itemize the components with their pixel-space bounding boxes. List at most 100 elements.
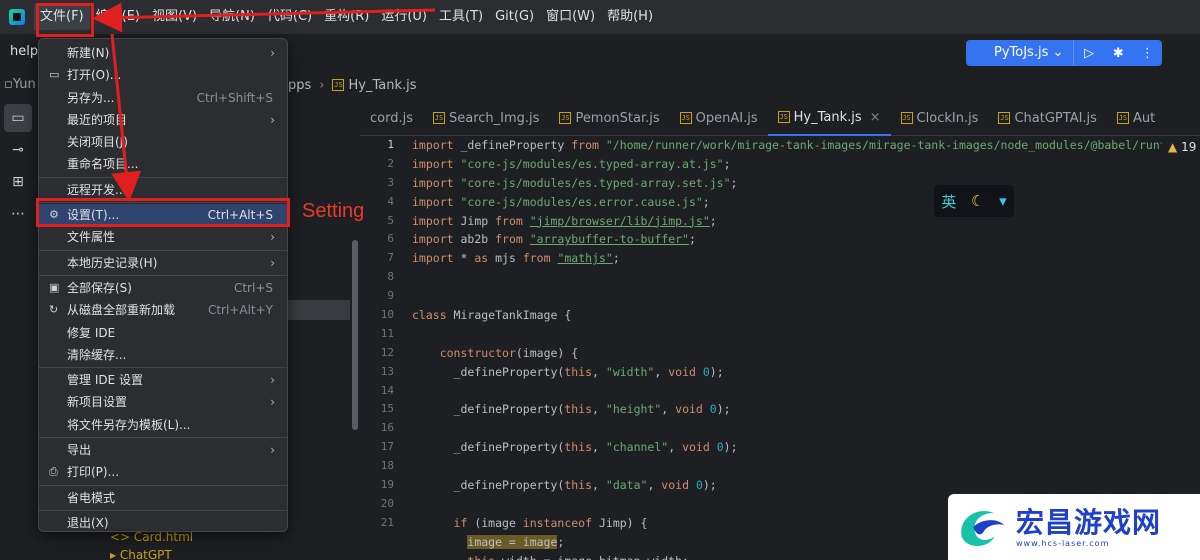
annotation-box-file-menu	[36, 3, 94, 37]
line-number: 12	[380, 345, 394, 359]
tree-item-label: ChatGPT	[119, 548, 172, 560]
tree-selection	[288, 300, 350, 320]
run-config-label: PyToJs.js	[994, 45, 1049, 60]
chevron-right-icon: ›	[270, 443, 275, 458]
tab-clockin[interactable]: JS ClockIn.js	[891, 100, 989, 136]
menu-item-rename-project[interactable]: 重命名项目...	[39, 153, 287, 175]
more-horizontal-icon[interactable]: ⋯	[4, 200, 32, 228]
menu-item-local-history[interactable]: 本地历史记录(H) ›	[39, 252, 287, 274]
ime-language[interactable]: 英	[941, 191, 956, 212]
menu-run[interactable]: 运行(U)	[375, 4, 433, 30]
structure-icon[interactable]: ⊞	[4, 168, 32, 196]
menu-separator	[39, 367, 287, 369]
tab-aut[interactable]: JS Aut	[1107, 100, 1165, 136]
chevron-right-icon: ›	[270, 112, 275, 127]
chevron-right-icon: ›	[270, 46, 275, 60]
inspection-widget[interactable]: ▲ 19	[1168, 140, 1196, 154]
menu-item-manage-ide-settings[interactable]: 管理 IDE 设置 ›	[39, 369, 287, 391]
menu-item-power-save[interactable]: 省电模式	[39, 487, 287, 509]
menu-help[interactable]: 帮助(H)	[601, 4, 659, 30]
debug-button[interactable]: ✱	[1104, 40, 1133, 66]
project-crumb[interactable]: ▫Yun	[4, 77, 36, 92]
code-line: class MirageTankImage {	[412, 308, 572, 323]
menu-item-save-as[interactable]: 另存为... Ctrl+Shift+S	[39, 87, 287, 109]
menu-tools[interactable]: 工具(T)	[433, 4, 489, 30]
watermark-title: 宏昌游戏网	[1016, 505, 1162, 539]
menu-window[interactable]: 窗口(W)	[540, 4, 601, 30]
warning-icon: ▲	[1168, 140, 1178, 154]
tab-label: OpenAI.js	[695, 110, 758, 126]
app-logo-icon[interactable]	[0, 0, 34, 34]
chevron-down-icon: ⌄	[1052, 45, 1064, 60]
line-number: 1	[387, 138, 394, 151]
commit-icon[interactable]: ⊸	[4, 136, 32, 164]
menu-item-close-project[interactable]: 关闭项目(J)	[39, 131, 287, 153]
menu-code[interactable]: 代码(C)	[261, 4, 318, 30]
more-actions-button[interactable]: ⋮	[1133, 40, 1162, 66]
menu-item-exit[interactable]: 退出(X)	[39, 512, 287, 534]
menu-item-label: 省电模式	[67, 490, 116, 505]
project-tree-scrollbar[interactable]	[352, 240, 358, 430]
tree-item[interactable]: ▸ ChatGPT	[110, 546, 193, 560]
tab-openai[interactable]: JS OpenAI.js	[670, 100, 768, 136]
menu-item-repair-ide[interactable]: 修复 IDE	[39, 322, 287, 344]
tab-label: ClockIn.js	[916, 110, 979, 126]
js-file-icon: JS	[559, 112, 572, 124]
tab-chatgptai[interactable]: JS ChatGPTAI.js	[988, 100, 1106, 136]
menu-item-file-properties[interactable]: 文件属性 ›	[39, 226, 287, 248]
breadcrumb-prev[interactable]: pps	[288, 78, 311, 93]
menu-separator	[39, 274, 287, 276]
line-number: 17	[380, 440, 394, 454]
menu-item-open[interactable]: ▭ 打开(O)...	[39, 64, 287, 86]
menu-item-label: 远程开发...	[67, 182, 127, 197]
menu-refactor[interactable]: 重构(R)	[318, 4, 375, 30]
tab-cord[interactable]: cord.js	[360, 100, 423, 136]
project-folder-icon[interactable]: ▭	[4, 104, 32, 132]
menu-separator	[39, 484, 287, 486]
menu-item-reload-all[interactable]: ↻ 从磁盘全部重新加载 Ctrl+Alt+Y	[39, 299, 287, 321]
shirt-icon[interactable]: ▾	[999, 192, 1007, 210]
menu-item-label: 另存为...	[67, 90, 115, 105]
folder-icon: ▸	[110, 548, 120, 560]
tab-pemonstar[interactable]: JS PemonStar.js	[549, 100, 669, 136]
project-title[interactable]: help	[10, 44, 38, 59]
menu-view[interactable]: 视图(V)	[146, 4, 203, 30]
moon-icon[interactable]: ☾	[971, 192, 984, 210]
run-config-selector[interactable]: PyToJs.js ⌄	[966, 40, 1075, 66]
menu-item-save-as-template[interactable]: 将文件另存为模板(L)...	[39, 414, 287, 436]
menu-navigate[interactable]: 导航(N)	[203, 4, 261, 30]
watermark: 宏昌游戏网 www.hcs-laser.com	[948, 494, 1200, 560]
menu-item-label: 将文件另存为模板(L)...	[67, 417, 191, 432]
reload-icon: ↻	[49, 303, 59, 317]
menu-item-print[interactable]: ⎙ 打印(P)...	[39, 461, 287, 483]
menu-separator	[39, 176, 287, 178]
menu-item-label: 清除缓存...	[67, 347, 127, 362]
line-number-gutter: 1 2 3 4 5 6 7 8 9 10 11 12 13 14 15 16 1…	[360, 136, 400, 560]
menu-item-save-all[interactable]: ▣ 全部保存(S) Ctrl+S	[39, 277, 287, 299]
code-line: import _defineProperty from "/home/runne…	[412, 138, 1162, 152]
more-vertical-icon: ⋮	[1140, 45, 1154, 61]
js-file-icon: JS	[1116, 112, 1129, 124]
tab-hy-tank[interactable]: JS Hy_Tank.js ×	[767, 100, 891, 136]
menu-item-label: 退出(X)	[67, 515, 109, 530]
breadcrumb-file[interactable]: Hy_Tank.js	[348, 78, 416, 93]
tab-search-img[interactable]: JS Search_Img.js	[423, 100, 549, 136]
menu-item-new-project-settings[interactable]: 新项目设置 ›	[39, 391, 287, 413]
code-line: _defineProperty(this, "data", void 0);	[412, 478, 717, 493]
line-number: 7	[387, 251, 394, 265]
menu-separator	[39, 249, 287, 251]
menu-item-recent-projects[interactable]: 最近的项目 ›	[39, 109, 287, 131]
run-button[interactable]: ▷	[1074, 40, 1103, 66]
js-file-icon: JS	[900, 112, 913, 124]
menu-git[interactable]: Git(G)	[489, 4, 540, 30]
menu-edit[interactable]: 编辑(E)	[90, 4, 146, 30]
menu-item-new[interactable]: 新建(N) ›	[39, 42, 287, 64]
line-number: 4	[387, 194, 394, 208]
menu-bar: 文件(F) 编辑(E) 视图(V) 导航(N) 代码(C) 重构(R) 运行(U…	[0, 0, 1200, 34]
menu-item-export[interactable]: 导出 ›	[39, 439, 287, 461]
breadcrumb: pps › JS Hy_Tank.js	[288, 74, 417, 96]
chevron-right-icon: ›	[270, 395, 275, 410]
close-icon[interactable]: ×	[870, 110, 881, 125]
menu-item-invalidate-caches[interactable]: 清除缓存...	[39, 344, 287, 366]
